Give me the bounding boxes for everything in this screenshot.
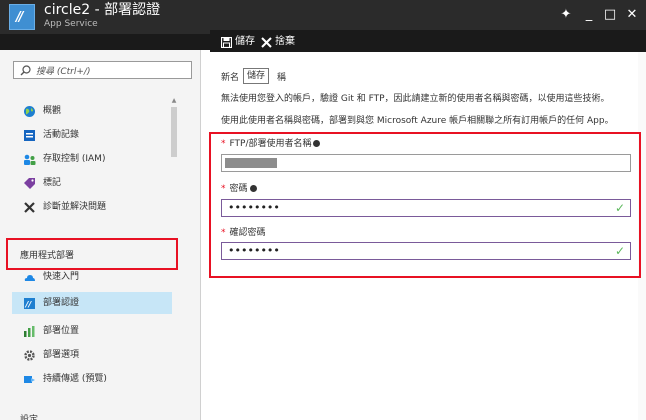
panel-divider [200, 50, 201, 420]
sidebar-item-label: 快速入門 [43, 272, 80, 282]
sidebar-item-label: 持續傳遞 (預覽) [43, 374, 107, 384]
credentials-icon: // [24, 298, 35, 309]
sidebar-item-label: 部署選項 [43, 350, 80, 360]
sidebar-item-label: 部署位置 [43, 326, 80, 336]
sidebar-item-diagnose[interactable]: 診斷並解決問題 [0, 196, 166, 218]
cloud-icon [24, 275, 35, 281]
save-label: 儲存 [235, 36, 255, 47]
slots-icon [24, 326, 35, 337]
sidebar-item-deployment-options[interactable]: 部署選項 [0, 344, 166, 366]
tools-icon [24, 202, 35, 213]
sidebar-item-label: 標記 [43, 178, 62, 188]
section-heading-prefix: 新名 [221, 73, 240, 83]
scrollbar-thumb[interactable] [171, 107, 177, 157]
sidebar-item-continuous-delivery[interactable]: 持續傳遞 (預覽) [0, 368, 166, 390]
section-title-settings: 設定 [20, 415, 39, 420]
command-bar: 儲存 捨棄 [210, 30, 646, 52]
save-tooltip: 儲存 [243, 68, 270, 84]
svg-text://: // [25, 300, 33, 309]
resource-menu: 搜尋 (Ctrl+/) 概觀 活動記錄 存取控制 (IAM) 標記 診斷並解決問… [0, 50, 200, 420]
minimize-icon[interactable]: _ [582, 8, 596, 22]
username-label-text: FTP/部署使用者名稱 [229, 139, 312, 149]
discard-label: 捨棄 [275, 36, 295, 47]
sidebar-item-activity-log[interactable]: 活動記錄 [0, 124, 166, 146]
description-line-2: 使用此使用者名稱與密碼，部署到與您 Microsoft Azure 帳戶相關聯之… [221, 116, 614, 126]
required-asterisk: * [221, 228, 226, 238]
users-icon [24, 154, 36, 165]
search-icon [20, 65, 31, 76]
required-asterisk: * [221, 184, 226, 194]
sidebar-item-tags[interactable]: 標記 [0, 172, 166, 194]
sidebar-item-iam[interactable]: 存取控制 (IAM) [0, 148, 166, 170]
sidebar-item-label: 存取控制 (IAM) [43, 154, 106, 164]
password-field[interactable]: •••••••• ✓ [221, 199, 631, 217]
sidebar-item-label: 概觀 [43, 106, 62, 116]
window-title: circle2 - 部署認證 [44, 2, 161, 18]
save-button[interactable]: 儲存 [221, 34, 255, 50]
sidebar-item-label: 部署認證 [43, 298, 80, 308]
save-icon [221, 36, 232, 48]
confirm-password-label: * 確認密碼 [221, 227, 266, 239]
tag-icon [24, 178, 35, 189]
activity-log-icon [24, 130, 35, 141]
highlight-box-sidebar [6, 238, 178, 270]
gear-icon [24, 350, 35, 361]
globe-icon [24, 106, 35, 117]
info-icon[interactable] [249, 185, 257, 192]
valid-check-icon: ✓ [614, 244, 625, 258]
valid-check-icon: ✓ [614, 201, 625, 215]
password-value: •••••••• [228, 201, 280, 214]
password-label-text: 密碼 [229, 184, 248, 194]
sidebar-item-deployment-credentials[interactable]: // 部署認證 [12, 292, 172, 314]
sidebar-item-overview[interactable]: 概觀 [0, 100, 166, 122]
scroll-up-icon[interactable]: ▲ [170, 97, 178, 105]
section-heading-suffix: 稱 [277, 73, 287, 83]
confirm-password-value: •••••••• [228, 244, 280, 257]
username-label: * FTP/部署使用者名稱 [221, 138, 321, 150]
discard-button[interactable]: 捨棄 [261, 34, 295, 50]
delivery-icon [24, 376, 35, 383]
close-icon[interactable]: ✕ [625, 8, 639, 22]
search-placeholder: 搜尋 (Ctrl+/) [36, 67, 91, 77]
description-line-1: 無法使用您登入的帳戶，驗證 Git 和 FTP，因此請建立新的使用者名稱與密碼，… [221, 94, 610, 104]
pin-icon[interactable]: ✦ [559, 8, 573, 22]
maximize-icon[interactable]: □ [603, 8, 617, 22]
sidebar-item-label: 診斷並解決問題 [43, 202, 107, 212]
confirm-password-label-text: 確認密碼 [229, 228, 266, 238]
search-input[interactable]: 搜尋 (Ctrl+/) [13, 61, 192, 79]
redacted-username [225, 158, 277, 168]
required-asterisk: * [221, 139, 226, 149]
confirm-password-field[interactable]: •••••••• ✓ [221, 242, 631, 260]
username-field[interactable] [221, 154, 631, 172]
password-label: * 密碼 [221, 183, 257, 195]
sidebar-item-deployment-slots[interactable]: 部署位置 [0, 320, 166, 342]
info-icon[interactable] [313, 140, 321, 147]
app-service-logo-icon: // [9, 4, 35, 30]
window-subtitle: App Service [44, 19, 98, 29]
title-bar: // circle2 - 部署認證 App Service ✦ _ □ ✕ [0, 0, 646, 34]
sidebar-item-label: 活動記錄 [43, 130, 80, 140]
discard-icon [261, 36, 272, 48]
